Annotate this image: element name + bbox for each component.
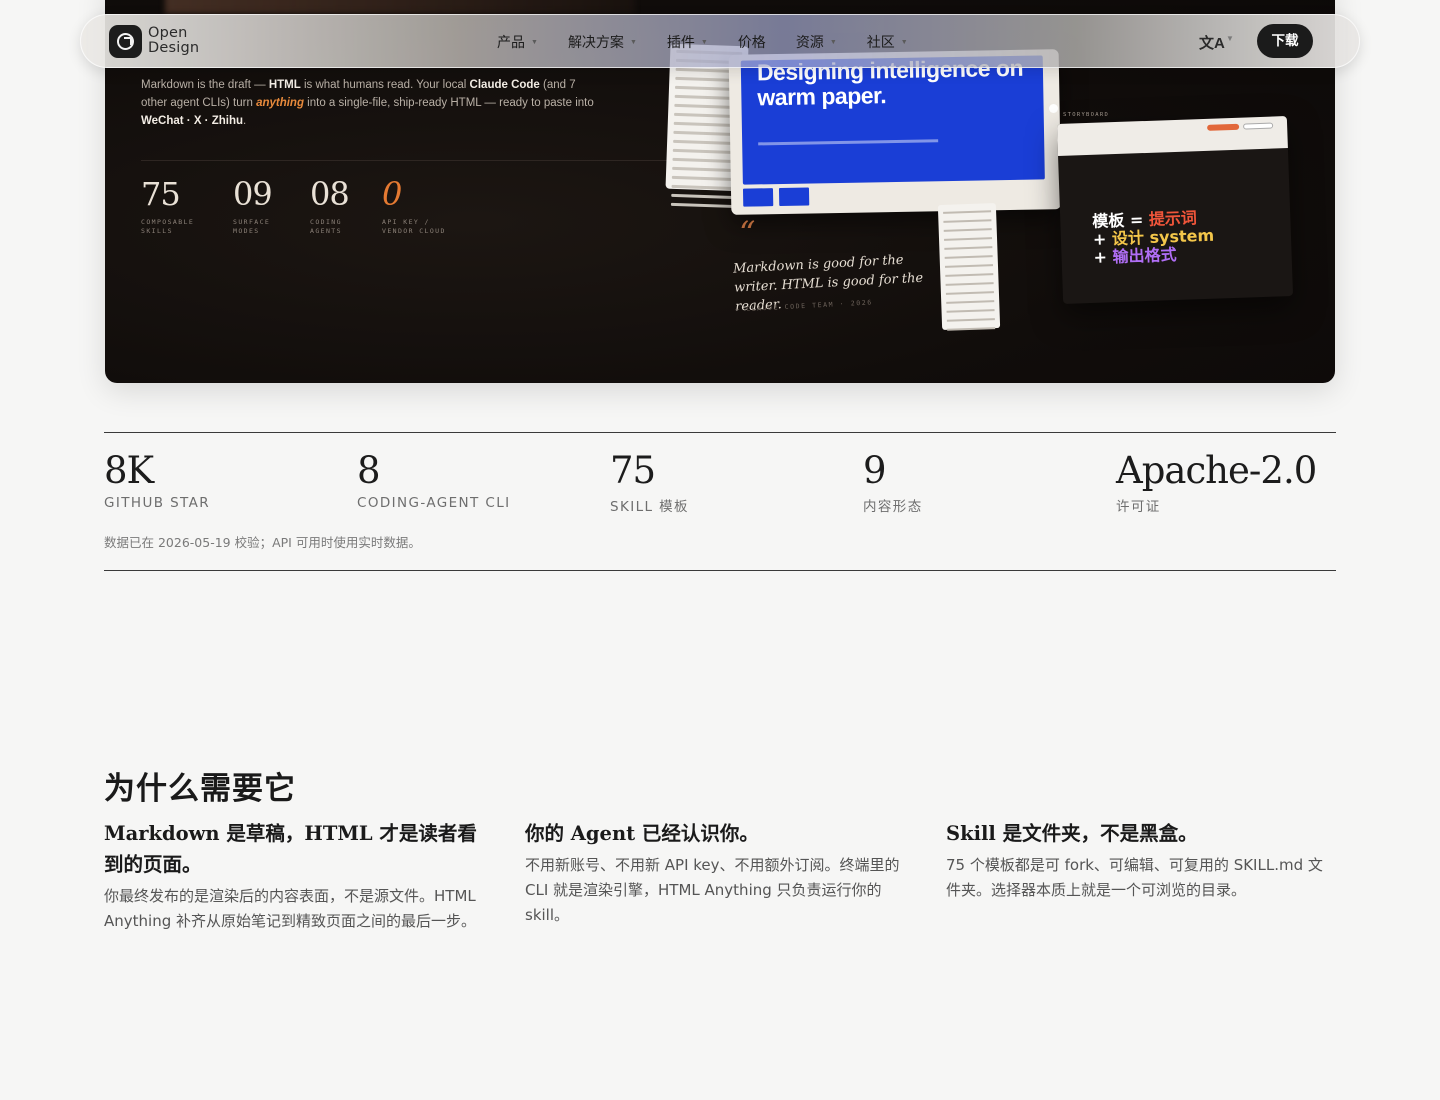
quote-mark-icon: “ xyxy=(739,214,756,252)
chevron-down-icon: ▼ xyxy=(531,38,538,46)
hero-heading-fragment xyxy=(165,0,635,14)
logo-wordmark[interactable]: Open Design xyxy=(148,26,199,56)
hero-stat: 09 SURFACE MODES xyxy=(233,176,278,236)
why-column-agent: 你的 Agent 已经认识你。 不用新账号、不用新 API key、不用额外订阅… xyxy=(525,818,910,928)
hero-stat-label: SURFACE MODES xyxy=(233,218,271,235)
top-navigation: Open Design 产品 ▼ 解决方案 ▼ 插件 ▼ 价格 资源 ▼ 社区 ▼ 文A … xyxy=(80,14,1360,68)
nav-item-pricing[interactable]: 价格 xyxy=(738,32,766,52)
hero-intro-text: Markdown is the draft — HTML is what hum… xyxy=(141,79,594,127)
chevron-down-icon[interactable]: ▼ xyxy=(1226,34,1234,43)
why-column-title: 你的 Agent 已经认识你。 xyxy=(525,822,759,845)
why-column-skill: Skill 是文件夹，不是黑盒。 75 个模板都是可 fork、可编辑、可复用的… xyxy=(946,818,1336,903)
hero-stat-value: 08 xyxy=(310,175,350,213)
mock-dot-marker xyxy=(1049,104,1058,113)
hero-stats: 75 COMPOSABLE SKILLS 09 SURFACE MODES 08… xyxy=(141,176,489,236)
chevron-down-icon: ▼ xyxy=(700,38,708,46)
hero-stat: 08 CODING AGENTS xyxy=(310,176,350,236)
hero-stat-value: 09 xyxy=(233,175,273,213)
open-design-logo-icon[interactable] xyxy=(109,25,142,58)
why-column-body: 75 个模板都是可 fork、可编辑、可复用的 SKILL.md 文件夹。选择器… xyxy=(946,856,1323,899)
data-verified-note: 数据已在 2026-05-19 校验；API 可用时使用实时数据。 xyxy=(104,535,421,550)
stat-value: 75 xyxy=(610,449,656,492)
mock-preview-screen: Designing intelligence on warm paper. xyxy=(728,49,1062,215)
hero-stat: 0 API KEY / VENDOR CLOUD xyxy=(382,176,457,236)
stat-value: 9 xyxy=(863,449,887,492)
mock-page-subline xyxy=(758,139,939,146)
chevron-down-icon: ▼ xyxy=(900,38,908,46)
stat-label: CODING-AGENT CLI xyxy=(357,495,511,511)
hero-stat: 75 COMPOSABLE SKILLS xyxy=(141,176,201,236)
stat-github-star: 8K GITHUB STAR xyxy=(104,449,211,512)
storyboard-toolbar xyxy=(1056,116,1288,157)
stat-skill-templates: 75 SKILL 模板 xyxy=(610,449,689,516)
why-column-body: 你最终发布的是渲染后的内容表面，不是源文件。HTML Anything 补齐从原… xyxy=(104,887,476,930)
why-column-title: Skill 是文件夹，不是黑盒。 xyxy=(946,822,1198,845)
nav-item-solutions[interactable]: 解决方案 ▼ xyxy=(568,32,637,52)
stat-content-forms: 9 内容形态 xyxy=(863,449,923,516)
hero-stat-label: CODING AGENTS xyxy=(310,218,342,235)
stats-top-rule xyxy=(104,432,1336,433)
nav-item-product[interactable]: 产品 ▼ xyxy=(497,32,538,52)
storyboard-primary-button xyxy=(1207,123,1240,131)
stat-value: 8 xyxy=(357,449,381,492)
mock-list-card xyxy=(937,203,1001,331)
stat-label: 许可证 xyxy=(1116,499,1161,515)
why-column-markdown: Markdown 是草稿，HTML 才是读者看到的页面。 你最终发布的是渲染后的… xyxy=(104,818,494,934)
storyboard-label: STORYBOARD xyxy=(1063,112,1110,118)
hero-stat-label: API KEY / VENDOR CLOUD xyxy=(382,218,446,235)
stat-label: SKILL 模板 xyxy=(610,499,689,515)
stat-coding-agent-cli: 8 CODING-AGENT CLI xyxy=(357,449,511,512)
why-column-title: Markdown 是草稿，HTML 才是读者看到的页面。 xyxy=(104,822,477,876)
hero-stat-label: COMPOSABLE SKILLS xyxy=(141,218,195,235)
download-button[interactable]: 下载 xyxy=(1257,24,1313,58)
stat-label: 内容形态 xyxy=(863,499,923,515)
hero-stat-value: 0 xyxy=(382,175,402,213)
storyboard-card: 模板 = 提示词 + 设计 system + 输出格式 xyxy=(1056,116,1294,304)
stat-license: Apache-2.0 许可证 xyxy=(1116,449,1317,516)
hero-divider xyxy=(141,160,701,161)
stat-label: GITHUB STAR xyxy=(104,495,211,511)
chevron-down-icon: ▼ xyxy=(829,38,837,46)
section-title: 为什么需要它 xyxy=(104,771,296,807)
mock-thumbnails xyxy=(742,187,815,207)
stats-bottom-rule xyxy=(104,570,1336,571)
hero-stat-value: 75 xyxy=(141,175,181,213)
mock-blue-page: Designing intelligence on warm paper. xyxy=(740,55,1045,185)
nav-item-plugins[interactable]: 插件 ▼ xyxy=(667,32,708,52)
stat-value: 8K xyxy=(104,449,154,492)
chevron-down-icon: ▼ xyxy=(629,38,637,46)
translate-icon[interactable]: 文A xyxy=(1199,32,1225,53)
why-column-body: 不用新账号、不用新 API key、不用额外订阅。终端里的 CLI 就是渲染引擎… xyxy=(525,856,900,924)
nav-item-community[interactable]: 社区 ▼ xyxy=(867,32,908,52)
template-equation: 模板 = 提示词 + 设计 system + 输出格式 xyxy=(1092,208,1215,267)
storyboard-secondary-button xyxy=(1243,122,1274,130)
stat-value: Apache-2.0 xyxy=(1116,449,1317,492)
nav-item-resources[interactable]: 资源 ▼ xyxy=(796,32,837,52)
nav-menu: 产品 ▼ 解决方案 ▼ 插件 ▼ 价格 资源 ▼ 社区 ▼ xyxy=(497,15,938,69)
